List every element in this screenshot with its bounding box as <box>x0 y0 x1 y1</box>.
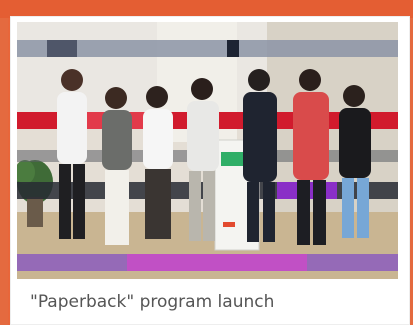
person-4 <box>187 78 219 241</box>
photo-caption: "Paperback" program launch <box>30 292 275 312</box>
group-photo-illustration <box>17 22 398 279</box>
event-photo <box>17 22 398 279</box>
left-orange-edge <box>0 18 8 325</box>
